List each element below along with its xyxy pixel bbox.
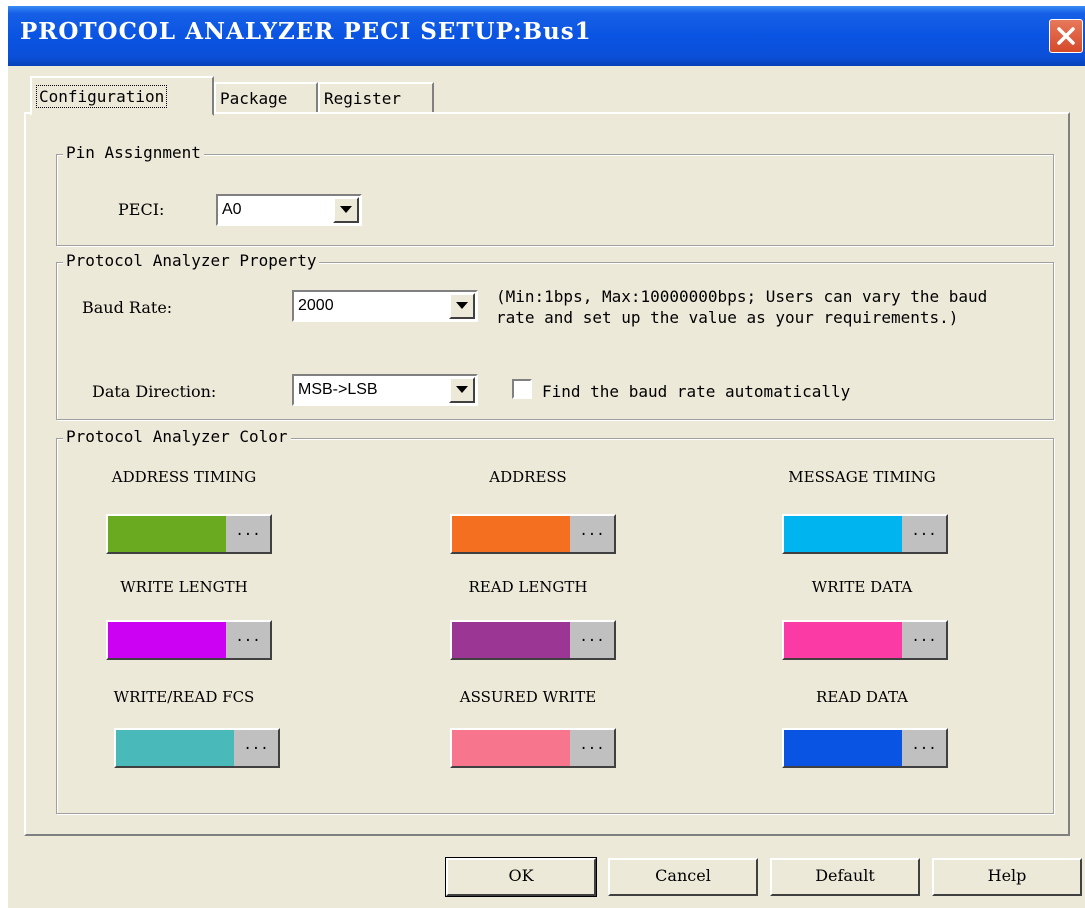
ellipsis-icon: ... [911, 629, 937, 645]
data-direction-dropdown-button[interactable] [449, 377, 475, 403]
window-title: PROTOCOL ANALYZER PECI SETUP:Bus1 [20, 18, 592, 45]
color-fill [784, 516, 902, 552]
color-swatch-button[interactable]: ... [450, 728, 616, 768]
cancel-button[interactable]: Cancel [608, 858, 758, 896]
chevron-down-icon [340, 206, 352, 213]
tab-package[interactable]: Package [214, 82, 318, 114]
color-swatch-button[interactable]: ... [782, 514, 948, 554]
peci-select[interactable]: A0 [216, 194, 362, 226]
help-button[interactable]: Help [932, 858, 1082, 896]
color-fill [452, 516, 570, 552]
tab-configuration-label: Configuration [35, 85, 168, 108]
ellipsis-icon: ... [579, 523, 605, 539]
title-bar[interactable]: PROTOCOL ANALYZER PECI SETUP:Bus1 [8, 6, 1085, 66]
baud-rate-select[interactable]: 2000 [292, 290, 478, 322]
ellipsis-icon: ... [243, 737, 269, 753]
color-label: Protocol Analyzer Color [63, 427, 291, 446]
color-fill [116, 730, 234, 766]
peci-dropdown-button[interactable] [333, 197, 359, 223]
color-label-item: WRITE/READ FCS [113, 688, 255, 706]
color-label-item: ADDRESS [489, 468, 567, 486]
color-swatch-button[interactable]: ... [106, 514, 272, 554]
color-label-item: ADDRESS TIMING [111, 468, 257, 486]
color-swatch-button[interactable]: ... [782, 728, 948, 768]
data-direction-label: Data Direction: [92, 382, 217, 401]
color-label-item: WRITE DATA [811, 578, 913, 596]
baud-rate-dropdown-button[interactable] [449, 293, 475, 319]
data-direction-value: MSB->LSB [298, 381, 378, 398]
color-swatch-button[interactable]: ... [450, 620, 616, 660]
chevron-down-icon [456, 386, 468, 393]
baud-rate-value: 2000 [298, 297, 334, 314]
dialog-window: PROTOCOL ANALYZER PECI SETUP:Bus1 Config… [8, 6, 1085, 908]
tab-register-label: Register [324, 89, 402, 108]
color-label-item: READ DATA [816, 688, 908, 706]
tab-configuration[interactable]: Configuration [30, 76, 214, 116]
pin-assignment-label: Pin Assignment [63, 143, 204, 162]
color-fill [784, 730, 902, 766]
tab-register[interactable]: Register [318, 82, 434, 114]
color-swatch-button[interactable]: ... [114, 728, 280, 768]
peci-value: A0 [222, 201, 242, 218]
color-fill [108, 622, 226, 658]
color-label-item: ASSURED WRITE [459, 688, 597, 706]
close-button[interactable] [1049, 19, 1083, 53]
tab-package-label: Package [220, 89, 288, 108]
color-label-item: MESSAGE TIMING [788, 468, 936, 486]
ellipsis-icon: ... [235, 523, 261, 539]
ellipsis-icon: ... [579, 737, 605, 753]
ok-button[interactable]: OK [445, 857, 597, 897]
color-label-item: READ LENGTH [468, 578, 588, 596]
ellipsis-icon: ... [579, 629, 605, 645]
color-fill [108, 516, 226, 552]
auto-baud-label[interactable]: Find the baud rate automatically [542, 382, 850, 401]
baud-rate-label: Baud Rate: [82, 298, 173, 317]
property-label: Protocol Analyzer Property [63, 251, 320, 270]
color-fill [784, 622, 902, 658]
color-swatch-button[interactable]: ... [450, 514, 616, 554]
peci-label: PECI: [118, 200, 165, 219]
color-swatch-button[interactable]: ... [106, 620, 272, 660]
color-fill [452, 622, 570, 658]
pin-assignment-group: Pin Assignment [56, 143, 1054, 246]
auto-baud-checkbox[interactable] [512, 379, 532, 399]
chevron-down-icon [456, 302, 468, 309]
close-icon [1057, 27, 1075, 45]
ellipsis-icon: ... [911, 523, 937, 539]
ellipsis-icon: ... [911, 737, 937, 753]
default-button[interactable]: Default [770, 858, 920, 896]
data-direction-select[interactable]: MSB->LSB [292, 374, 478, 406]
color-swatch-button[interactable]: ... [782, 620, 948, 660]
color-label-item: WRITE LENGTH [120, 578, 248, 596]
color-fill [452, 730, 570, 766]
baud-rate-note: (Min:1bps, Max:10000000bps; Users can va… [496, 287, 988, 327]
ellipsis-icon: ... [235, 629, 261, 645]
